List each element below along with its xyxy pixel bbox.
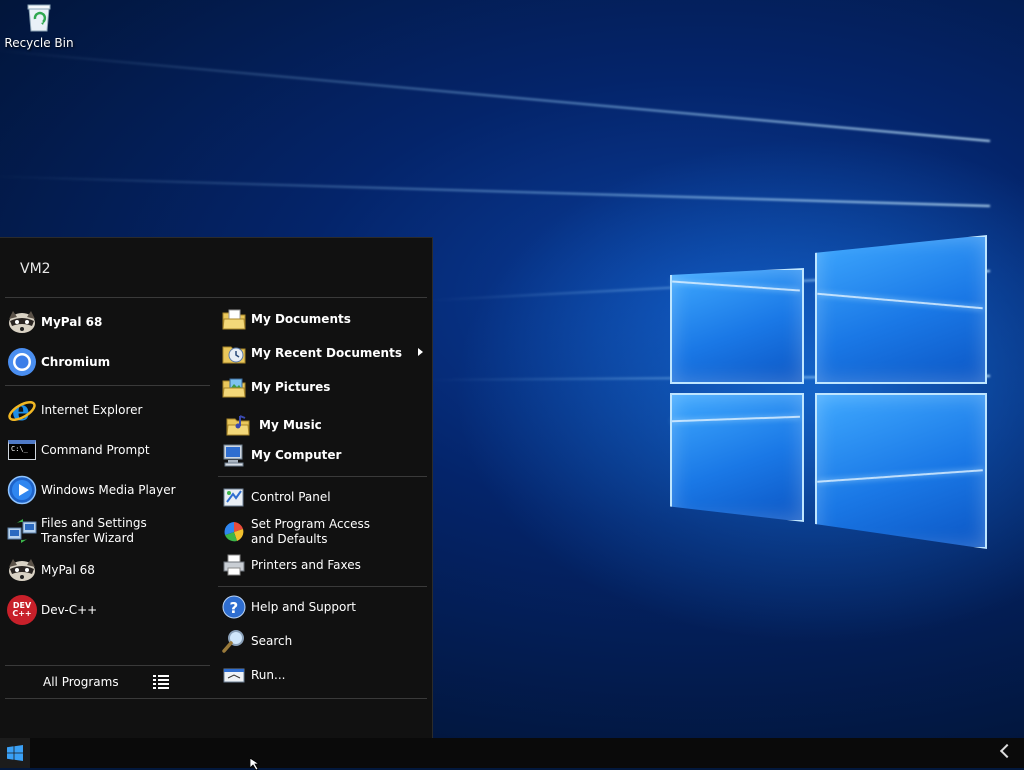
documents-folder-icon — [222, 307, 246, 331]
program-item-label: Files and Settings Transfer Wizard — [41, 516, 147, 545]
place-item-label: My Computer — [251, 447, 342, 462]
program-item-devcpp[interactable]: DEV C++ Dev-C++ — [6, 594, 97, 626]
help-item-run[interactable]: Run... — [222, 663, 285, 687]
place-item-label: My Pictures — [251, 379, 331, 394]
all-programs-button[interactable]: All Programs — [43, 675, 169, 689]
chromium-icon — [6, 346, 38, 378]
separator — [5, 385, 210, 386]
place-item-label: My Music — [259, 417, 322, 432]
transfer-wizard-icon — [6, 515, 38, 547]
help-item-label: Run... — [251, 667, 286, 682]
list-icon — [152, 675, 169, 689]
submenu-arrow-icon — [418, 348, 423, 356]
help-item-label: Help and Support — [251, 599, 356, 614]
separator — [5, 665, 210, 666]
program-item-command-prompt[interactable]: C:\_ Command Prompt — [6, 434, 150, 466]
pictures-folder-icon — [222, 375, 246, 399]
run-icon — [222, 663, 246, 687]
program-defaults-icon — [222, 520, 246, 544]
help-icon: ? — [222, 595, 246, 619]
place-item-label: My Documents — [251, 311, 351, 326]
taskbar — [0, 738, 1024, 768]
program-item-label: Windows Media Player — [41, 482, 176, 497]
system-item-label: Printers and Faxes — [251, 557, 361, 572]
system-item-printers[interactable]: Printers and Faxes — [222, 553, 361, 577]
pinned-item-label: MyPal 68 — [41, 314, 103, 329]
place-item-my-recent-documents[interactable]: My Recent Documents — [222, 341, 402, 365]
program-item-mypal[interactable]: MyPal 68 — [6, 554, 95, 586]
place-item-my-documents[interactable]: My Documents — [222, 307, 351, 331]
help-item-label: Search — [251, 633, 293, 648]
program-item-label: Internet Explorer — [41, 402, 143, 417]
user-name: VM2 — [20, 261, 51, 277]
place-item-my-pictures[interactable]: My Pictures — [222, 375, 330, 399]
mouse-cursor-icon — [250, 758, 261, 770]
wallpaper-logo-pane — [815, 235, 987, 384]
command-prompt-icon: C:\_ — [6, 434, 38, 466]
music-folder-icon — [222, 409, 254, 441]
chevron-left-icon[interactable] — [999, 743, 1015, 759]
internet-explorer-icon: e — [6, 394, 38, 426]
place-item-my-computer[interactable]: My Computer — [222, 443, 341, 467]
separator — [218, 586, 427, 587]
help-item-help-and-support[interactable]: ? Help and Support — [222, 595, 356, 619]
program-item-label: Dev-C++ — [41, 602, 98, 617]
system-item-program-access[interactable]: Set Program Access and Defaults — [222, 517, 391, 547]
svg-text:?: ? — [230, 599, 239, 617]
program-item-label: Command Prompt — [41, 442, 150, 457]
separator — [218, 476, 427, 477]
printer-icon — [222, 553, 246, 577]
pinned-item-mypal[interactable]: MyPal 68 — [6, 306, 102, 338]
separator — [5, 698, 427, 699]
start-menu: VM2 MyPal 68 Chromium e Internet Explore… — [0, 237, 433, 739]
recent-documents-icon — [222, 341, 246, 365]
media-player-icon — [6, 474, 38, 506]
pinned-item-chromium[interactable]: Chromium — [6, 346, 110, 378]
program-item-transfer-wizard[interactable]: Files and Settings Transfer Wizard — [6, 515, 191, 547]
system-item-control-panel[interactable]: Control Panel — [222, 485, 331, 509]
mypal-icon — [6, 306, 38, 338]
all-programs-label: All Programs — [43, 675, 119, 689]
wallpaper-beam — [0, 175, 991, 207]
devcpp-icon-text: DEV C++ — [12, 601, 32, 618]
desktop-icon-recycle-bin[interactable]: Recycle Bin — [4, 2, 74, 50]
wallpaper-logo-pane — [670, 393, 804, 522]
devcpp-icon: DEV C++ — [6, 594, 38, 626]
control-panel-icon — [222, 485, 246, 509]
separator — [5, 297, 427, 298]
place-item-my-music[interactable]: My Music — [222, 409, 322, 441]
program-item-internet-explorer[interactable]: e Internet Explorer — [6, 394, 142, 426]
search-icon — [222, 629, 246, 653]
system-item-label: Set Program Access and Defaults — [251, 517, 371, 546]
system-item-label: Control Panel — [251, 489, 331, 504]
windows-logo-icon — [7, 745, 23, 761]
place-item-label: My Recent Documents — [251, 345, 402, 360]
computer-icon — [222, 443, 246, 467]
command-prompt-icon-text: C:\_ — [11, 445, 28, 453]
recycle-bin-label: Recycle Bin — [4, 36, 74, 50]
program-item-label: MyPal 68 — [41, 562, 95, 577]
help-item-search[interactable]: Search — [222, 629, 292, 653]
wallpaper-beam — [0, 49, 991, 142]
recycle-bin-icon — [26, 2, 52, 32]
program-item-windows-media-player[interactable]: Windows Media Player — [6, 474, 176, 506]
start-button[interactable] — [0, 738, 30, 768]
pinned-item-label: Chromium — [41, 354, 111, 369]
mypal-icon — [6, 554, 38, 586]
